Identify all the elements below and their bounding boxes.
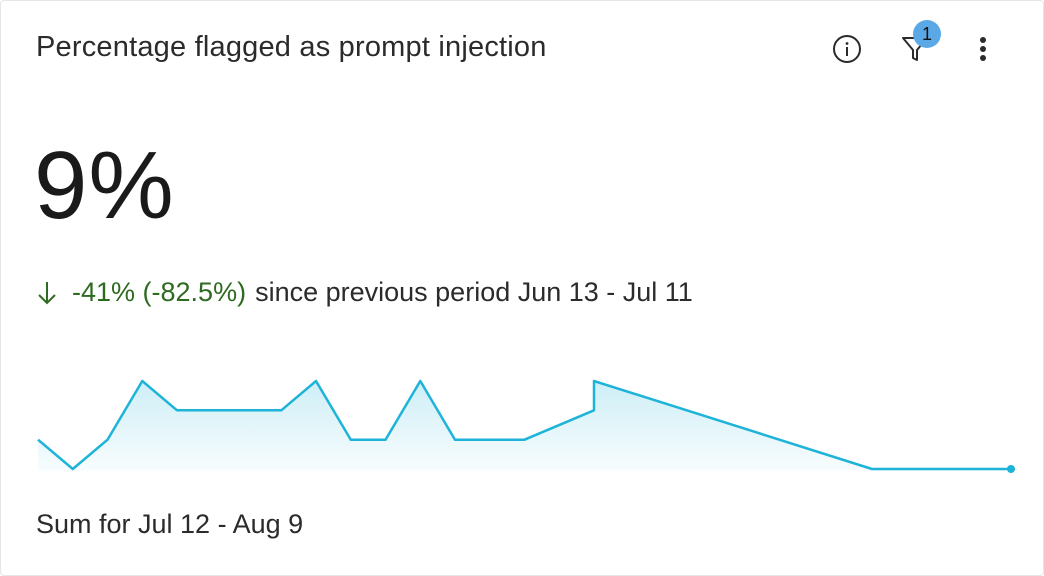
more-options-button[interactable] <box>963 25 1003 73</box>
sparkline-area <box>38 381 1011 471</box>
filter-count-badge: 1 <box>913 20 941 48</box>
sparkline-chart <box>37 379 1015 473</box>
more-vertical-icon <box>980 37 986 61</box>
info-button[interactable] <box>827 25 867 73</box>
sparkline-endpoint <box>1007 465 1015 473</box>
period-comparison: -41% (-82.5%) since previous period Jun … <box>36 277 693 308</box>
change-percent: -41% (-82.5%) <box>72 277 247 307</box>
metric-value: 9% <box>34 132 175 239</box>
period-label: Sum for Jul 12 - Aug 9 <box>36 509 304 539</box>
card-title: Percentage flagged as prompt injection <box>36 31 547 63</box>
filter-button[interactable]: 1 <box>895 20 941 73</box>
info-icon <box>833 35 861 63</box>
metric-card: Percentage flagged as prompt injection 1… <box>0 0 1044 576</box>
card-toolbar: 1 <box>827 20 1003 73</box>
change-description: since previous period Jun 13 - Jul 11 <box>255 277 693 307</box>
arrow-down-icon <box>36 279 58 307</box>
